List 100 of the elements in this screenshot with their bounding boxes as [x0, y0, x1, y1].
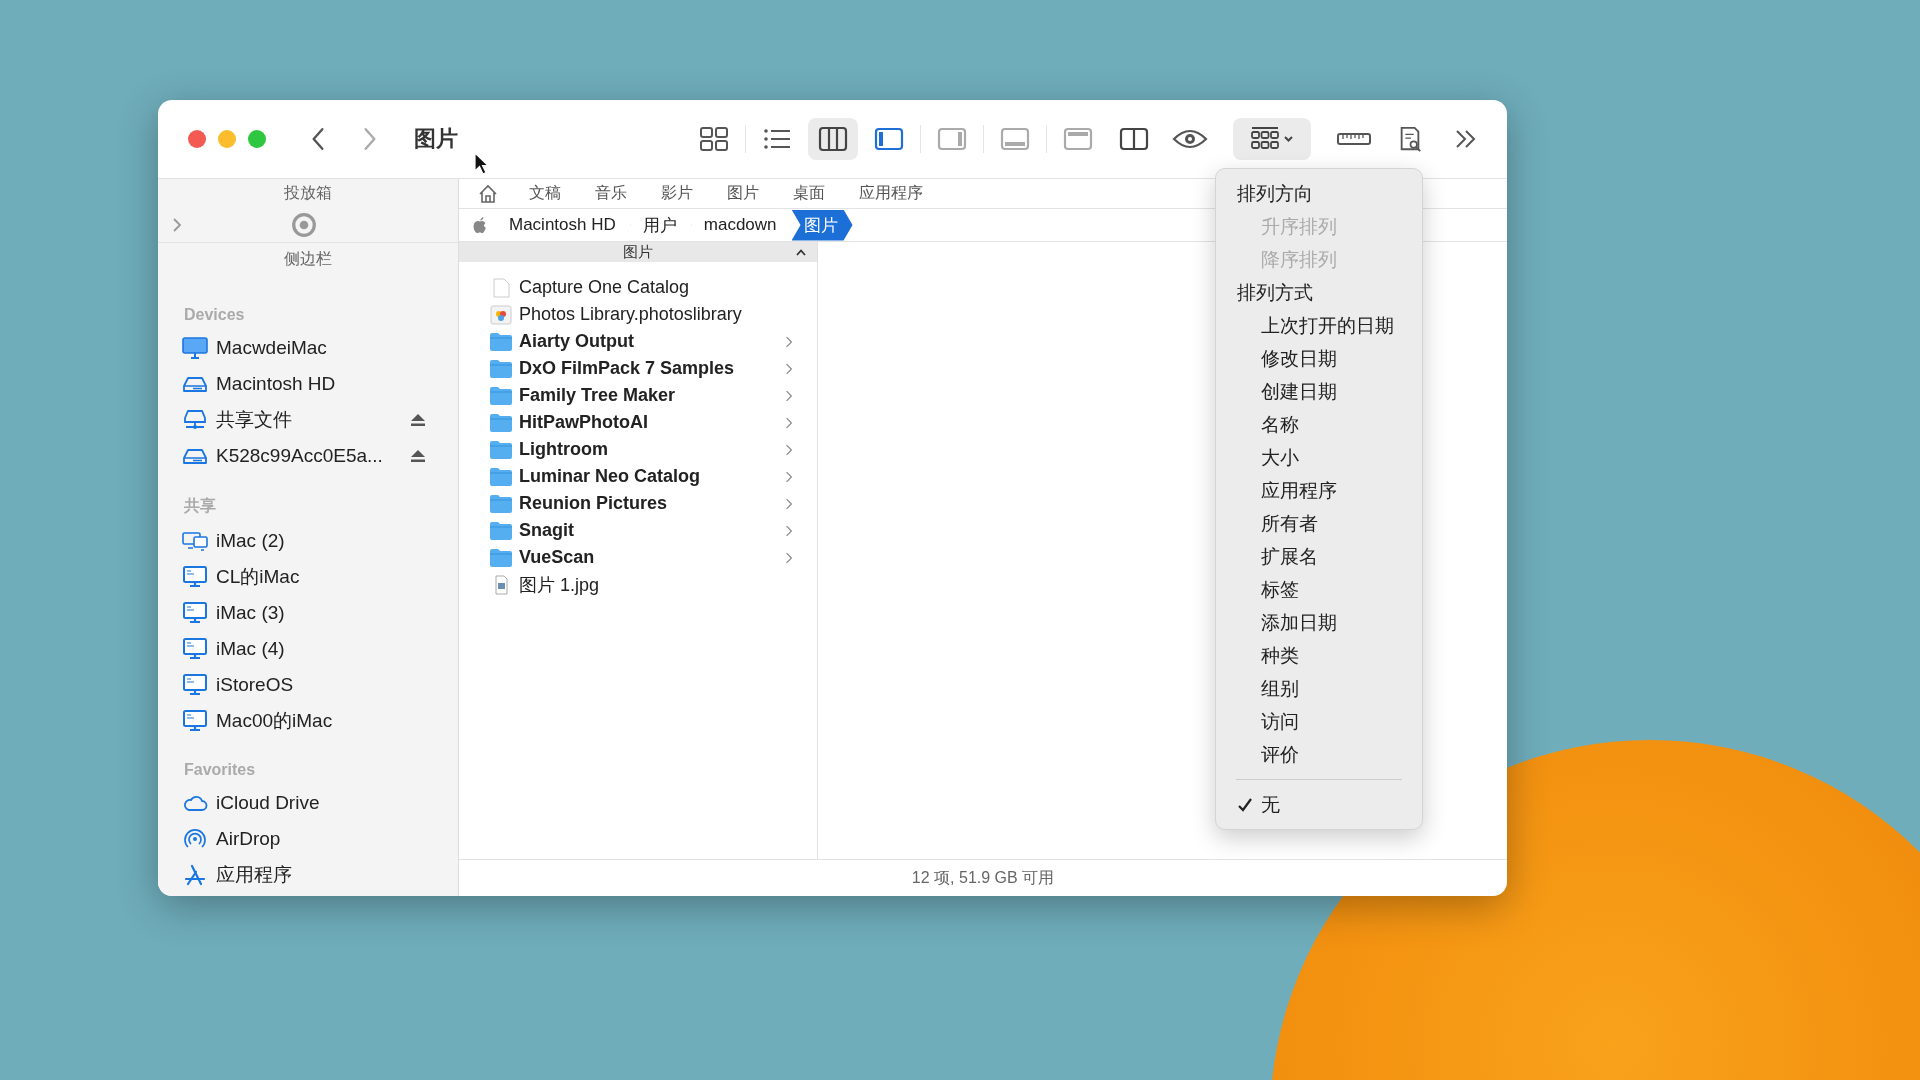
chevron-right-icon [785, 469, 793, 484]
favorite-link[interactable]: 应用程序 [859, 183, 923, 204]
grid-icon [699, 126, 729, 152]
menu-item[interactable]: 添加日期 [1216, 606, 1422, 639]
path-segment[interactable]: Macintosh HD [497, 211, 631, 239]
close-button[interactable] [188, 130, 206, 148]
back-icon[interactable] [310, 126, 326, 152]
sidebar-item[interactable]: K528c99Acc0E5a... [182, 438, 434, 474]
chevron-right-icon [785, 496, 793, 511]
columns-icon [818, 126, 848, 152]
menu-heading: 排列方向 [1236, 182, 1313, 206]
folder-icon [489, 466, 513, 487]
monitor-icon [182, 710, 208, 732]
file-row[interactable]: HitPawPhotoAI [459, 409, 817, 436]
monitor-icon [182, 566, 208, 588]
file-row[interactable]: Luminar Neo Catalog [459, 463, 817, 490]
monitor-icon [182, 337, 208, 359]
file-row[interactable]: Aiarty Output [459, 328, 817, 355]
sidebar-item[interactable]: 应用程序 [182, 857, 434, 893]
photos-icon [489, 304, 513, 325]
computers-icon [182, 530, 208, 552]
section-header: 共享 [183, 496, 217, 516]
menu-item[interactable]: 标签 [1216, 573, 1422, 606]
file-row[interactable]: Snagit [459, 517, 817, 544]
sidebar-item[interactable]: CL的iMac [182, 559, 434, 595]
file-row[interactable]: Capture One Catalog [459, 274, 817, 301]
path-segment[interactable]: 用户 [630, 209, 692, 241]
chevron-right-icon[interactable] [172, 217, 182, 233]
monitor-icon [182, 638, 208, 660]
favorite-link[interactable]: 影片 [661, 183, 693, 204]
eject-icon[interactable] [410, 413, 426, 427]
chevron-right-icon [785, 388, 793, 403]
section-header: Devices [183, 305, 246, 325]
sidebar-item[interactable]: iMac (4) [182, 631, 434, 667]
group-grid-icon [1249, 126, 1295, 152]
favorite-link[interactable]: 音乐 [595, 183, 627, 204]
favorite-link[interactable]: 图片 [727, 183, 759, 204]
home-icon[interactable] [477, 182, 499, 205]
path-segment[interactable]: 图片 [791, 209, 853, 241]
sidebar-item[interactable]: iMac (2) [182, 523, 434, 559]
column-header[interactable]: 图片 [459, 242, 817, 262]
menu-item[interactable]: 评价 [1216, 738, 1422, 771]
chevron-right-icon [785, 442, 793, 457]
panel-layout-icon [1000, 126, 1030, 152]
folder-icon [489, 358, 513, 379]
favorite-link[interactable]: 桌面 [793, 183, 825, 204]
window-title: 图片 [414, 125, 458, 153]
caret-icon [795, 248, 807, 256]
target-icon[interactable] [291, 212, 317, 238]
split-panes-icon [1119, 126, 1149, 152]
list-icon [762, 126, 792, 152]
file-row[interactable]: VueScan [459, 544, 817, 571]
menu-item[interactable]: 应用程序 [1216, 474, 1422, 507]
menu-item[interactable]: 访问 [1216, 705, 1422, 738]
eject-icon[interactable] [410, 449, 426, 463]
panel-layout-icon [874, 126, 904, 152]
group-button[interactable] [1233, 118, 1311, 160]
panel-layout-icon [1063, 126, 1093, 152]
menu-item[interactable]: 上次打开的日期 [1216, 309, 1422, 342]
monitor-icon [182, 674, 208, 696]
menu-item[interactable]: 大小 [1216, 441, 1422, 474]
menu-item[interactable]: 修改日期 [1216, 342, 1422, 375]
mouse-pointer-icon [474, 152, 490, 176]
menu-item[interactable]: 名称 [1216, 408, 1422, 441]
menu-item[interactable]: 种类 [1216, 639, 1422, 672]
menu-heading: 排列方式 [1236, 281, 1313, 305]
apps-icon [182, 864, 208, 886]
file-row[interactable]: Family Tree Maker [459, 382, 817, 409]
file-row[interactable]: DxO FilmPack 7 Samples [459, 355, 817, 382]
menu-item[interactable]: 所有者 [1216, 507, 1422, 540]
folder-icon [489, 520, 513, 541]
columns-view-button[interactable] [808, 118, 858, 160]
folder-icon [489, 439, 513, 460]
menu-item[interactable]: 组别 [1216, 672, 1422, 705]
chevron-right-icon [785, 523, 793, 538]
path-segment[interactable]: macdown [691, 211, 792, 239]
sidebar-item[interactable]: 共享文件 [182, 402, 434, 438]
sidebar-item[interactable]: Mac00的iMac [182, 703, 434, 739]
folder-icon [489, 331, 513, 352]
menu-item[interactable]: 无 [1216, 788, 1422, 821]
sidebar-item[interactable]: iStoreOS [182, 667, 434, 703]
panel-layout-icon [937, 126, 967, 152]
sidebar-item[interactable]: iCloud Drive [182, 785, 434, 821]
folder-icon [489, 547, 513, 568]
status-bar: 12 项, 51.9 GB 可用 [459, 859, 1507, 896]
menu-item[interactable]: 创建日期 [1216, 375, 1422, 408]
network-drive-icon [182, 409, 208, 431]
sidebar-item[interactable]: AirDrop [182, 821, 434, 857]
favorite-link[interactable]: 文稿 [529, 183, 561, 204]
sidebar-item[interactable]: Macintosh HD [182, 366, 434, 402]
file-row[interactable]: Photos Library.photoslibrary [459, 301, 817, 328]
file-row[interactable]: Lightroom [459, 436, 817, 463]
file-row[interactable]: 图片 1.jpg [459, 571, 817, 598]
menu-item[interactable]: 扩展名 [1216, 540, 1422, 573]
sidebar-item[interactable]: MacwdeiMac [182, 330, 434, 366]
monitor-icon [182, 602, 208, 624]
apple-icon[interactable] [471, 215, 489, 235]
drop-label: 投放箱 [284, 183, 332, 203]
file-row[interactable]: Reunion Pictures [459, 490, 817, 517]
sidebar-item[interactable]: iMac (3) [182, 595, 434, 631]
